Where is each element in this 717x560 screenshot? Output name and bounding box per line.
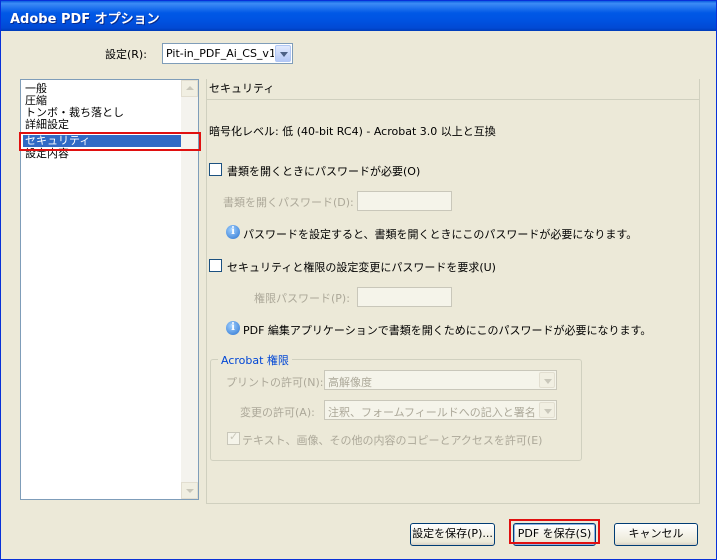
info-icon: i <box>226 225 240 239</box>
preset-value: Pit-in_PDF_Ai_CS_v1.0 <box>166 47 274 60</box>
encryption-level-text: 暗号化レベル: 低 (40-bit RC4) - Acrobat 3.0 以上と… <box>209 125 496 138</box>
cancel-button[interactable]: キャンセル <box>614 523 698 546</box>
window-title: Adobe PDF オプション <box>10 12 160 27</box>
permissions-password-field-label: 権限パスワード(P): <box>254 292 350 305</box>
permissions-password-checkbox[interactable] <box>209 259 222 272</box>
save-pdf-highlight-box <box>509 519 600 544</box>
preset-dropdown[interactable]: Pit-in_PDF_Ai_CS_v1.0 <box>162 43 293 64</box>
copy-access-label[interactable]: テキスト、画像、その他の内容のコピーとアクセスを許可(E) <box>242 432 542 448</box>
doc-open-password-field-label: 書類を開くパスワード(D): <box>223 196 354 209</box>
scroll-up-icon[interactable] <box>181 80 198 97</box>
permissions-password-label[interactable]: セキュリティと権限の設定変更にパスワードを要求(U) <box>227 259 496 275</box>
copy-access-checkbox[interactable] <box>227 430 240 445</box>
permissions-password-input[interactable] <box>357 287 452 307</box>
doc-open-password-checkbox[interactable] <box>209 163 222 176</box>
selection-highlight-box <box>19 132 201 151</box>
doc-open-password-label[interactable]: 書類を開くときにパスワードが必要(O) <box>227 163 420 179</box>
permissions-info-text: PDF 編集アプリケーションで書類を開くためにこのパスワードが必要になります。 <box>243 324 652 337</box>
info-icon: i <box>226 321 240 335</box>
printing-allowed-label: プリントの許可(N): <box>226 376 324 389</box>
chevron-down-icon[interactable] <box>539 402 555 418</box>
scroll-down-icon[interactable] <box>181 482 198 499</box>
preset-label: 設定(R): <box>105 48 147 61</box>
title-bar[interactable]: Adobe PDF オプション <box>1 1 716 31</box>
acrobat-permissions-title: Acrobat 権限 <box>218 352 292 368</box>
printing-allowed-value: 高解像度 <box>328 376 372 389</box>
doc-open-password-input[interactable] <box>357 191 452 211</box>
changes-allowed-label: 変更の許可(A): <box>240 406 315 419</box>
changes-allowed-dropdown[interactable]: 注釈、フォームフィールドへの記入と署名 <box>324 400 557 420</box>
doc-open-info-text: パスワードを設定すると、書類を開くときにこのパスワードが必要になります。 <box>243 228 638 241</box>
changes-allowed-value: 注釈、フォームフィールドへの記入と署名 <box>328 406 536 419</box>
sidebar-item-advanced[interactable]: 詳細設定 <box>25 119 69 131</box>
chevron-down-icon[interactable] <box>539 372 555 388</box>
dialog-window: Adobe PDF オプション 設定(R): Pit-in_PDF_Ai_CS_… <box>0 0 717 560</box>
save-preset-button[interactable]: 設定を保存(P)... <box>410 523 495 546</box>
printing-allowed-dropdown[interactable]: 高解像度 <box>324 370 557 390</box>
chevron-down-icon[interactable] <box>275 45 291 62</box>
